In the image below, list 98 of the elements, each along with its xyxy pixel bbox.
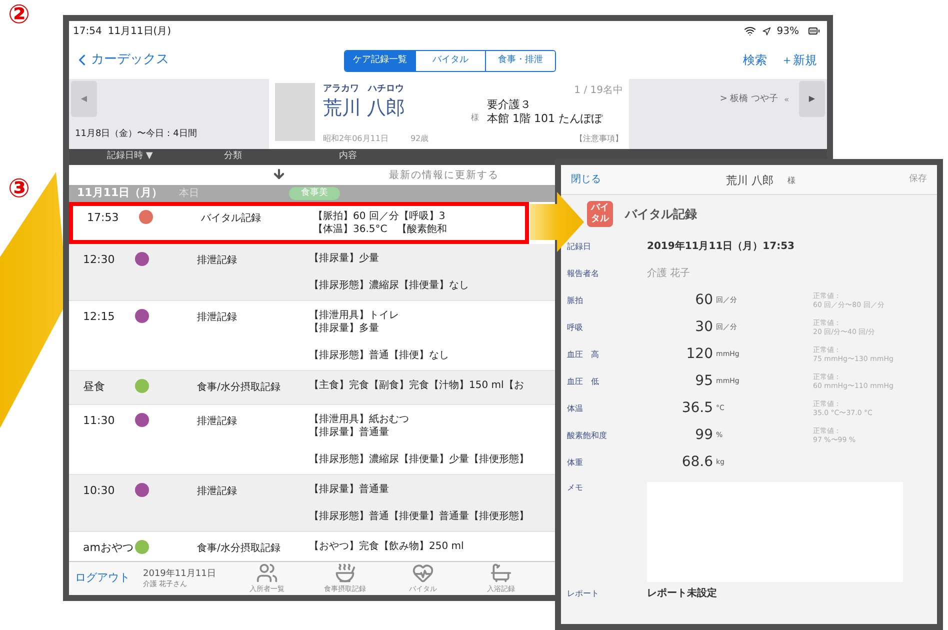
record-detail: 【おやつ】完食【飲み物】250 ml bbox=[309, 540, 465, 552]
highlighted-record-row[interactable]: 17:53 バイタル記録 【脈拍】60 回／分【呼吸】3 【体温】36.5°C 【酸素飽和 bbox=[69, 202, 529, 244]
record-detail: 【排尿形態】普通【排便】なし bbox=[309, 349, 450, 362]
age-text: 92歳 bbox=[410, 133, 429, 145]
field-label: 脈拍 bbox=[567, 294, 584, 306]
day-date: 11月11日（月） bbox=[76, 185, 164, 202]
back-button[interactable]: カーデックス bbox=[73, 50, 169, 70]
battery-percent: 93% bbox=[776, 24, 799, 38]
record-category: 排泄記録 bbox=[197, 310, 238, 325]
nav-action-link[interactable]: ＋新規 bbox=[781, 51, 817, 69]
measure-value: 95 bbox=[695, 372, 713, 391]
nav-action-link[interactable]: 検索 bbox=[743, 51, 767, 69]
column-heading: 分類 bbox=[224, 150, 243, 164]
record-row[interactable]: 10:30 排泄記録 【排尿量】普通量 【排尿形態】普通【排便量】普通量【排便形態】 bbox=[69, 474, 557, 532]
measure-value: 60 bbox=[695, 291, 713, 310]
honorific-text: 様 bbox=[471, 112, 479, 124]
people-icon bbox=[254, 562, 280, 584]
field-label: 体重 bbox=[567, 456, 584, 468]
segment-tab[interactable]: 食事・排泄 bbox=[485, 51, 555, 71]
step-number: ③ bbox=[8, 176, 30, 202]
honorific-text: 様 bbox=[788, 175, 796, 188]
field-label: 報告者名 bbox=[567, 268, 600, 280]
record-category: 排泄記録 bbox=[197, 254, 238, 268]
patient-name: 荒川 八郎 bbox=[323, 96, 406, 120]
record-time: 12:30 bbox=[82, 252, 116, 268]
record-detail: 【排尿形態】普通【排便量】普通量【排便形態】 bbox=[309, 510, 530, 522]
column-heading[interactable]: 記録日時 ▼ bbox=[69, 150, 224, 164]
birth-date: 昭和2年06月11日 bbox=[323, 133, 388, 145]
record-category: 食事/水分摂取記録 bbox=[197, 380, 282, 395]
down-arrow-icon bbox=[272, 166, 286, 182]
record-category: 排泄記録 bbox=[197, 414, 238, 428]
location-icon bbox=[762, 26, 771, 36]
refresh-link[interactable]: 最新の情報に更新する bbox=[389, 168, 499, 182]
photo-placeholder bbox=[275, 83, 315, 141]
vital-badge: バイタル bbox=[587, 201, 613, 227]
room-text: 本館 1階 101 たんぽぽ bbox=[487, 112, 604, 126]
record-detail: 【排尿形態】濃縮尿【排便量】少量【排便形態】 bbox=[309, 452, 530, 466]
arrow-drawing bbox=[530, 192, 584, 252]
record-time: 昼食 bbox=[82, 379, 106, 395]
field-label: 記録日 bbox=[567, 240, 592, 252]
record-time: 17:53 bbox=[86, 210, 120, 226]
record-time: amおやつ bbox=[82, 540, 134, 556]
detail-patient-name: 荒川 八郎 bbox=[726, 173, 774, 189]
record-category: 食事/水分摂取記録 bbox=[197, 542, 282, 556]
previous-button[interactable]: ◀ bbox=[71, 81, 97, 117]
field-label: レポート bbox=[567, 588, 600, 600]
record-detail: 【排泄用具】紙おむつ bbox=[309, 412, 410, 426]
measure-value: 120 bbox=[686, 345, 713, 364]
measure-value: 99 bbox=[695, 426, 713, 445]
bath-icon bbox=[488, 562, 514, 584]
record-category: 排泄記録 bbox=[197, 484, 238, 498]
notes-link[interactable]: 【注意事項】 bbox=[487, 133, 623, 145]
detail-title: バイタル記録 bbox=[625, 206, 697, 223]
record-row[interactable]: 11:30 排泄記録 【排泄用具】紙おむつ 【排尿量】普通量 【排尿形態】濃縮尿【排便量】少量【排便形態】 bbox=[69, 404, 557, 474]
field-label: 体温 bbox=[567, 402, 584, 414]
status-date: 11月11日(月) bbox=[108, 24, 172, 38]
meal-badge: 食事美 bbox=[289, 186, 340, 200]
record-time: 12:15 bbox=[82, 309, 116, 325]
record-time: 10:30 bbox=[82, 482, 116, 498]
step-number: ② bbox=[8, 2, 30, 28]
record-detail: 【脈拍】60 回／分【呼吸】3 bbox=[313, 210, 446, 223]
record-detail: 【主食】完食【副食】完食【汁物】150 ml【お bbox=[309, 379, 525, 392]
name-kana: アラカワ ハチロウ bbox=[323, 83, 405, 96]
next-button[interactable]: ▶ bbox=[799, 81, 825, 117]
field-label: 呼吸 bbox=[567, 322, 584, 334]
period-text: 11月8日（金）〜今日：4日間 bbox=[74, 128, 198, 140]
record-detail: 【排泄用具】トイレ bbox=[309, 309, 400, 322]
column-heading: 内容 bbox=[339, 150, 357, 164]
record-row[interactable]: 昼食 食事/水分摂取記録 【主食】完食【副食】完食【汁物】150 ml【お bbox=[69, 371, 557, 404]
next-patient-name: > 板橋 つや子 bbox=[720, 93, 778, 106]
record-detail: 【排尿量】少量 bbox=[309, 252, 380, 265]
care-level: 要介護３ bbox=[487, 98, 532, 112]
logout-link[interactable]: ログアウト bbox=[75, 570, 143, 587]
field-label: 血圧 低 bbox=[567, 376, 600, 388]
status-time: 17:54 bbox=[73, 24, 102, 38]
position-text: 1 / 19名中 bbox=[573, 84, 623, 98]
record-category: バイタル記録 bbox=[201, 212, 262, 226]
measure-value: 36.5 bbox=[682, 399, 713, 418]
field-value: レポート未設定 bbox=[647, 586, 717, 601]
measure-value: 30 bbox=[695, 318, 713, 337]
record-detail: 【排尿量】普通量 bbox=[309, 426, 390, 438]
measure-value: 68.6 bbox=[682, 453, 713, 472]
field-label: メモ bbox=[567, 482, 584, 494]
record-row[interactable]: 12:30 排泄記録 【排尿量】少量 【排尿形態】濃縮尿【排便量】なし bbox=[69, 244, 557, 301]
record-time: 11:30 bbox=[82, 412, 116, 428]
heart-pulse-icon bbox=[410, 562, 436, 584]
record-detail: 【排尿量】多量 bbox=[309, 322, 380, 335]
field-value: 2019年11月11日（月）17:53 bbox=[647, 240, 794, 254]
login-date: 2019年11月11日 bbox=[143, 568, 217, 580]
collapse-glyph[interactable]: « bbox=[784, 94, 789, 106]
field-label: 血圧 高 bbox=[567, 348, 600, 360]
field-value: 介護 花子 bbox=[647, 266, 690, 281]
record-detail: 【排尿形態】濃縮尿【排便量】なし bbox=[309, 279, 470, 292]
close-link[interactable]: 閉じる bbox=[571, 172, 601, 187]
record-detail: 【体温】36.5°C 【酸素飽和 bbox=[313, 223, 448, 236]
record-detail: 【排尿量】普通量 bbox=[309, 482, 390, 496]
field-label: 酸素飽和度 bbox=[567, 430, 608, 442]
segment-tab[interactable]: ケア記録一覧 bbox=[345, 51, 415, 71]
